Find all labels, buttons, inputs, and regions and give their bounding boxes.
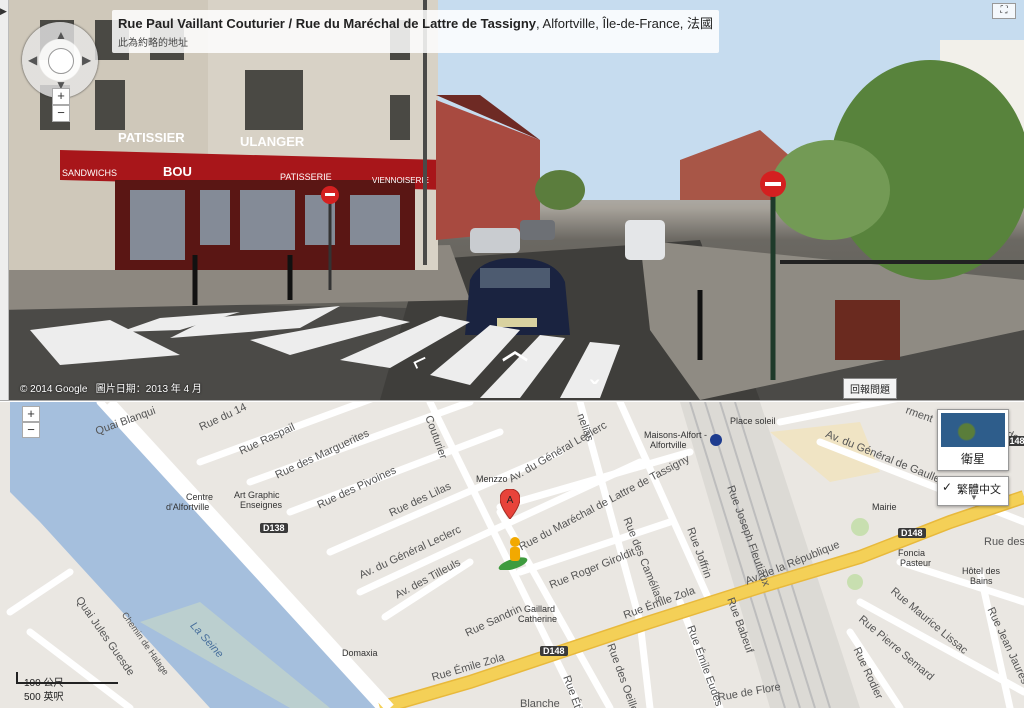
poi-label: Domaxia: [342, 648, 378, 658]
storefront-sign-bou: BOU: [163, 164, 192, 179]
storefront-sign-patissier: PATISSIER: [118, 130, 185, 145]
street-label: Rue des: [984, 536, 1024, 548]
map-zoom-out-button[interactable]: −: [22, 422, 40, 438]
poi-label: Pasteur: [900, 558, 932, 568]
satellite-label: 衛星: [960, 452, 985, 466]
address-approx-note: 此為約略的地址: [118, 38, 188, 49]
storefront-sign-ulanger: ULANGER: [240, 134, 305, 149]
street-view-zoom-in-button[interactable]: +: [52, 88, 70, 105]
poi-label: Enseignes: [240, 500, 283, 510]
report-problem-button[interactable]: 回報問題: [843, 378, 897, 399]
poi-label: Hôtel des: [962, 566, 1001, 576]
satellite-thumbnail: [941, 413, 1005, 447]
poi-label: Catherine: [518, 614, 558, 624]
street-view-panel[interactable]: PATISSIER SANDWICHS BOU PATISSERIE VIENN…: [0, 0, 1024, 400]
pan-up-icon[interactable]: ▲: [55, 28, 67, 42]
poi-label: Art Graphic: [234, 490, 280, 500]
image-date: 圖片日期：2013 年 4 月: [95, 384, 202, 395]
road-shield: D148: [898, 528, 926, 538]
fullscreen-button[interactable]: ⛶: [992, 3, 1016, 19]
copyright-text: © 2014 Google: [20, 384, 88, 395]
poi-label: Centre: [186, 492, 214, 502]
poi-label: Foncia: [898, 548, 926, 558]
map-pin-icon: A: [499, 488, 521, 520]
collapse-panel-button[interactable]: ▶: [0, 0, 9, 400]
svg-text:A: A: [507, 495, 514, 506]
poi-label: Maisons-Alfort -: [644, 430, 708, 440]
language-selector[interactable]: ✓ 繁體中文 ▼: [937, 476, 1009, 506]
map-zoom-control: + −: [22, 406, 40, 438]
map-zoom-in-button[interactable]: +: [22, 406, 40, 422]
pan-right-icon[interactable]: ▶: [82, 53, 91, 67]
nav-arrow-back-icon[interactable]: ˇ: [590, 375, 599, 400]
satellite-button[interactable]: 衛星: [937, 409, 1009, 471]
poi-label: Bains: [970, 576, 993, 586]
street-view-zoom-out-button[interactable]: −: [52, 105, 70, 122]
check-icon: ✓: [942, 480, 953, 494]
poi-label: Mairie: [872, 502, 897, 512]
scale-imperial: 500 英呎: [24, 692, 64, 703]
pan-center[interactable]: [48, 48, 74, 74]
language-label: 繁體中文: [957, 484, 1001, 496]
storefront-sign-viennoiserie: VIENNOISERIE: [372, 176, 429, 185]
street-label: Blanche: [520, 698, 560, 708]
poi-label: d'Alfortville: [166, 502, 210, 512]
poi-label: Alfortville: [650, 440, 687, 450]
poi-label: Menzzo: [476, 474, 508, 484]
storefront-sign-patisserie: PATISSERIE: [280, 172, 332, 182]
street-view-attribution: © 2014 Google 圖片日期：2013 年 4 月: [20, 380, 202, 395]
storefront-sign-sandwichs: SANDWICHS: [62, 168, 117, 178]
chevron-down-icon: ▼: [970, 493, 978, 502]
collapse-arrow-icon: ▶: [0, 6, 7, 16]
street-view-zoom-control: + −: [52, 88, 70, 122]
road-shield: D138: [260, 523, 288, 533]
poi-label: Gaillard: [524, 604, 556, 614]
address-box: Rue Paul Vaillant Couturier / Rue du Mar…: [112, 10, 720, 53]
pan-control[interactable]: ▲ ▼ ◀ ▶: [22, 22, 98, 98]
scale-metric: 100 公尺: [24, 678, 64, 689]
address-street: Rue Paul Vaillant Couturier / Rue du Mar…: [118, 16, 537, 31]
fullscreen-icon: ⛶: [1000, 5, 1008, 16]
address-place: , Alfortville, Île-de-France, 法國: [536, 16, 714, 31]
nav-arrow-forward-icon[interactable]: ︿: [502, 330, 528, 367]
road-shield: D148: [540, 646, 568, 656]
poi-label: Place soleil: [730, 416, 776, 426]
pegman-icon[interactable]: [497, 536, 531, 575]
pan-left-icon[interactable]: ◀: [28, 53, 37, 67]
location-marker-a[interactable]: A: [499, 488, 521, 524]
